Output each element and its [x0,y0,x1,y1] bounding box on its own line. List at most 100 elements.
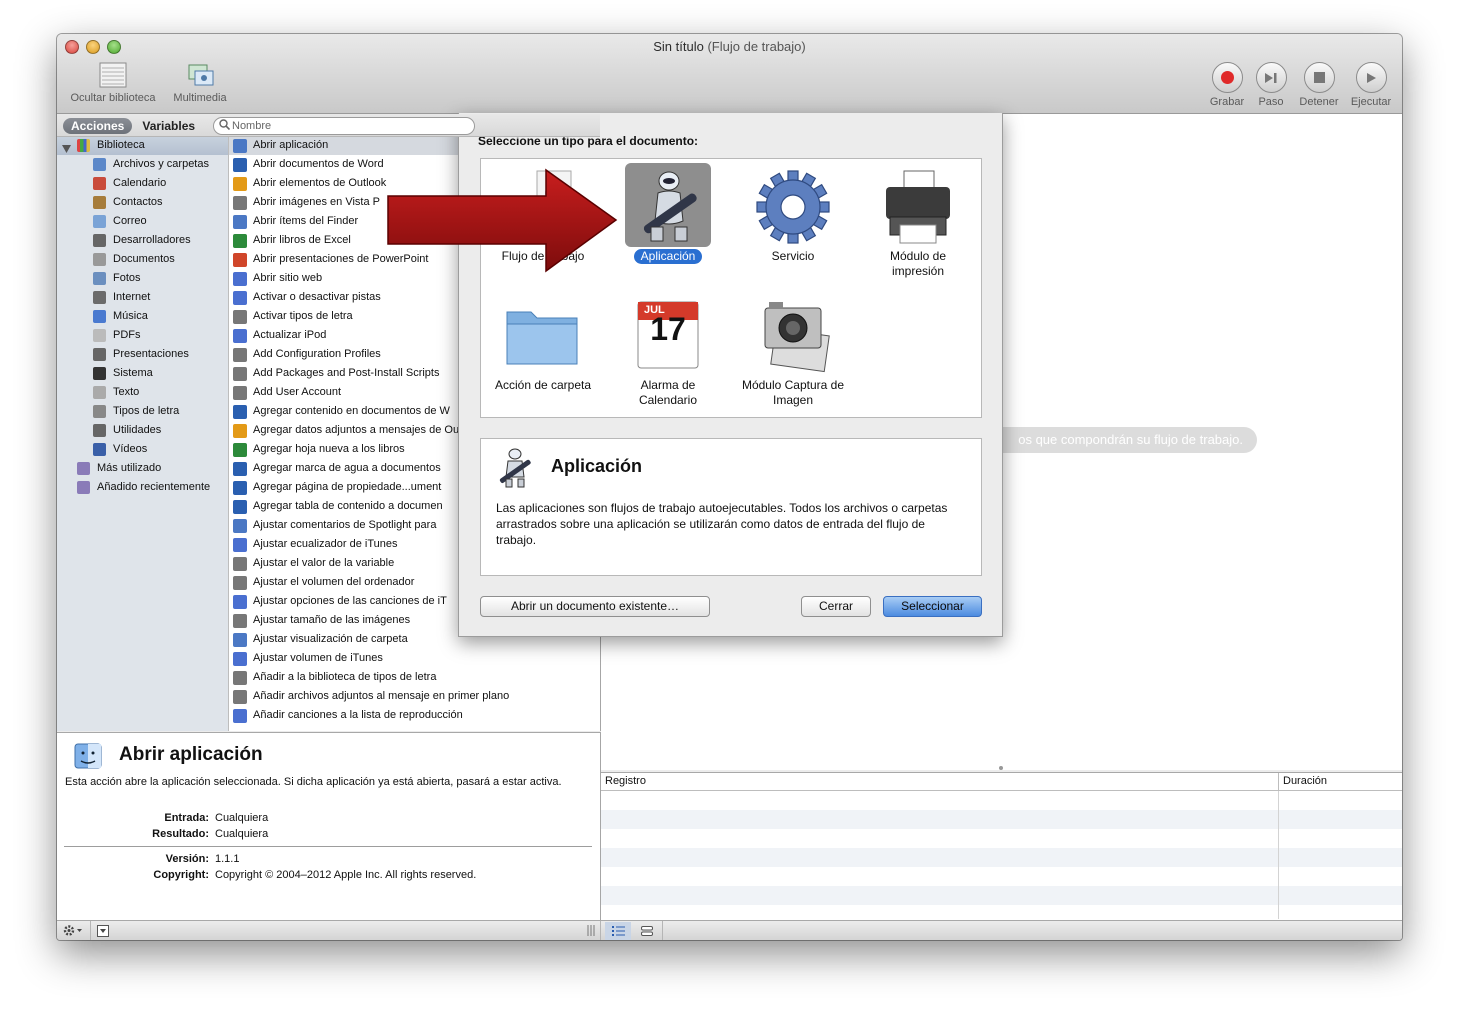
media-button[interactable]: Multimedia [169,62,231,104]
tab-variables[interactable]: Variables [138,118,199,134]
library-root[interactable]: Biblioteca [57,136,228,155]
finder-icon [233,519,247,533]
library-item[interactable]: Archivos y carpetas [57,155,228,174]
library-item[interactable]: Desarrolladores [57,231,228,250]
action-item-label: Abrir aplicación [253,139,329,151]
open-existing-button[interactable]: Abrir un documento existente… [480,596,710,617]
log-row [601,867,1402,886]
utility-icon [233,367,247,381]
library-header: Acciones Variables Nombre [57,114,600,137]
mail-icon [93,215,106,228]
library-item[interactable]: Presentaciones [57,345,228,364]
tab-actions[interactable]: Acciones [63,118,133,134]
library-item[interactable]: Calendario [57,174,228,193]
action-item-label: Agregar contenido en documentos de W [253,405,450,417]
library-item[interactable]: Contactos [57,193,228,212]
action-item-label: Abrir elementos de Outlook [253,177,387,189]
calendar-day: 17 [650,311,686,347]
library-item-label: Sistema [113,367,153,379]
type-info-box: Aplicación Las aplicaciones son flujos d… [480,438,982,576]
column-divider [1278,791,1279,919]
library-item[interactable]: Utilidades [57,421,228,440]
action-item[interactable]: Añadir canciones a la lista de reproducc… [229,706,600,725]
library-item[interactable]: Vídeos [57,440,228,459]
resize-handle-icon[interactable] [587,925,595,939]
excel-icon [233,234,247,248]
library-item[interactable]: Texto [57,383,228,402]
automator-robot-small-icon [493,445,537,489]
select-button[interactable]: Seleccionar [883,596,982,617]
library-item-label: Texto [113,386,140,398]
internet-icon [93,291,106,304]
gear-menu-icon[interactable] [63,924,83,940]
action-item-label: Activar o desactivar pistas [253,291,381,303]
library-item[interactable]: Internet [57,288,228,307]
library-item[interactable]: Sistema [57,364,228,383]
compact-view-icon[interactable] [641,925,653,940]
pdf-icon [93,329,106,342]
close-button[interactable]: Cerrar [801,596,871,617]
type-print-plugin[interactable]: Módulo de impresión [858,165,978,279]
duration-column-header[interactable]: Duración [1283,773,1327,790]
type-image-capture[interactable]: Módulo Captura de Imagen [733,294,853,408]
calendar-icon: JUL 17 [626,294,710,378]
search-icon [219,119,231,135]
bar-divider [600,921,601,940]
library-item[interactable]: Correo [57,212,228,231]
smart-group-item[interactable]: Añadido recientemente [57,478,228,497]
type-label: Servicio [771,249,815,263]
finder-icon [233,633,247,647]
action-item-label: Add Configuration Profiles [253,348,381,360]
type-service[interactable]: Servicio [733,165,853,264]
library-item-label: Tipos de letra [113,405,180,417]
description-text: Esta acción abre la aplicación seleccion… [65,776,562,788]
smart-group-item[interactable]: Más utilizado [57,459,228,478]
action-item-label: Ajustar comentarios de Spotlight para [253,519,437,531]
library-item-label: Archivos y carpetas [113,158,209,170]
camera-icon [751,294,835,378]
library-tabs: Acciones Variables [63,118,199,134]
type-application[interactable]: Aplicación [608,163,728,264]
powerpoint-icon [233,253,247,267]
split-handle-icon[interactable] [999,766,1003,770]
library-item[interactable]: PDFs [57,326,228,345]
folder-icon [501,294,585,378]
type-calendar-alarm[interactable]: JUL 17 Alarma de Calendario [608,294,728,408]
show-description-icon[interactable] [97,925,109,940]
finder-icon [233,215,247,229]
action-item-label: Actualizar iPod [253,329,327,341]
window-title-text: Sin título [653,39,704,54]
library-item[interactable]: Tipos de letra [57,402,228,421]
library-root-label: Biblioteca [97,139,145,151]
library-item[interactable]: Documentos [57,250,228,269]
action-item[interactable]: Añadir a la biblioteca de tipos de letra [229,668,600,687]
library-item-label: PDFs [113,329,141,341]
copyright-value: Copyright © 2004–2012 Apple Inc. All rig… [215,869,477,881]
action-item-label: Agregar página de propiedade...ument [253,481,442,493]
hide-library-button[interactable]: Ocultar biblioteca [65,62,161,104]
action-item-label: Añadir canciones a la lista de reproducc… [253,709,463,721]
calendar-icon [93,177,106,190]
stop-button[interactable]: Detener [1295,62,1343,108]
type-folder-action[interactable]: Acción de carpeta [483,294,603,393]
run-button[interactable]: Ejecutar [1347,62,1395,108]
action-item-label: Agregar marca de agua a documentos [253,462,441,474]
library-item[interactable]: Fotos [57,269,228,288]
utilities-icon [93,424,106,437]
record-button[interactable]: Grabar [1207,62,1247,108]
log-column-header[interactable]: Registro [605,773,646,790]
word-icon [233,500,247,514]
library-item-label: Internet [113,291,151,303]
copyright-label: Copyright: [153,869,209,881]
action-item[interactable]: Añadir archivos adjuntos al mensaje en p… [229,687,600,706]
library-item[interactable]: Música [57,307,228,326]
fonts-icon [93,405,106,418]
utility-icon [233,614,247,628]
search-input[interactable]: Nombre [213,117,475,135]
log-pane: Registro Duración [601,772,1402,921]
system-icon [93,367,106,380]
step-button[interactable]: Paso [1253,62,1289,108]
action-item-label: Agregar hoja nueva a los libros [253,443,405,455]
action-item[interactable]: Ajustar volumen de iTunes [229,649,600,668]
action-item-label: Ajustar tamaño de las imágenes [253,614,411,626]
